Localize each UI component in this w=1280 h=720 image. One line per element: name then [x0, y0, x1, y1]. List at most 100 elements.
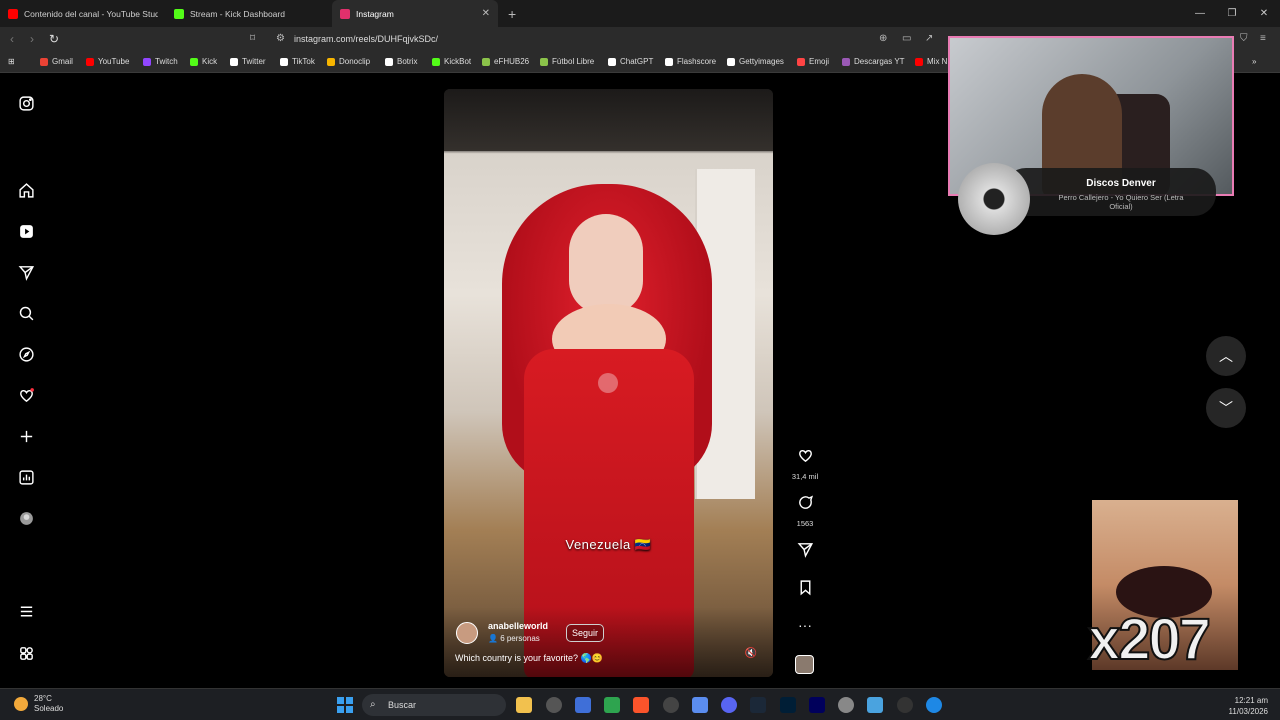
youtube-icon [915, 57, 923, 66]
bookmark-twitter[interactable]: Twitter [230, 57, 266, 66]
close-tab-icon[interactable]: ✕ [482, 8, 490, 19]
more-options-icon[interactable]: ··· [790, 617, 820, 633]
settings-icon[interactable] [838, 697, 854, 713]
bookmark-tiktok[interactable]: TikTok [280, 57, 315, 66]
url-field[interactable]: instagram.com/reels/DUHFqjvkSDc/ [294, 34, 438, 44]
reload-button[interactable]: ↻ [49, 32, 59, 46]
bookmark-efhub26[interactable]: eFHUB26 [482, 57, 529, 66]
bookmark-mix[interactable]: Mix N [915, 57, 947, 66]
messages-icon[interactable] [17, 263, 35, 281]
create-plus-icon[interactable] [17, 427, 35, 445]
explore-icon[interactable] [17, 345, 35, 363]
share-button[interactable] [790, 541, 820, 563]
restore-button[interactable]: ❐ [1216, 0, 1248, 27]
home-icon[interactable] [17, 181, 35, 199]
tab-youtube-studio[interactable]: Contenido del canal - YouTube Studio [0, 0, 166, 27]
download-icon [842, 57, 850, 66]
app-icon[interactable] [575, 697, 591, 713]
next-reel-button[interactable]: ﹀ [1206, 388, 1246, 428]
tab-kick-dashboard[interactable]: Stream - Kick Dashboard [166, 0, 332, 27]
forward-button[interactable]: › [30, 32, 34, 46]
bookmark-twitch[interactable]: Twitch [143, 57, 178, 66]
video-subject-face [569, 214, 643, 314]
bookmark-kick[interactable]: Kick [190, 57, 217, 66]
notifications-heart-icon[interactable] [17, 386, 35, 404]
author-avatar[interactable] [456, 622, 478, 644]
system-clock[interactable]: 12:21 am 11/03/2026 [1229, 695, 1268, 717]
close-window-button[interactable]: ✕ [1248, 0, 1280, 27]
comment-button[interactable]: 1563 [790, 494, 820, 528]
dashboard-icon[interactable] [17, 468, 35, 486]
instagram-sidebar [0, 74, 54, 688]
notepad-icon[interactable] [867, 697, 883, 713]
app-icon[interactable] [604, 697, 620, 713]
more-bookmarks-icon[interactable]: » [1252, 57, 1256, 66]
bookmark-futbol-libre[interactable]: Fútbol Libre [540, 57, 594, 66]
clock-time: 12:21 am [1234, 696, 1268, 705]
emoji-icon [797, 57, 805, 66]
new-tab-button[interactable]: + [508, 6, 516, 22]
bookmark-page-icon[interactable]: ⌑ [250, 33, 255, 44]
zoom-icon[interactable]: ⊕ [879, 33, 887, 44]
cast-icon[interactable]: ▭ [902, 33, 911, 44]
tiktok-icon [280, 57, 288, 66]
site-info-icon[interactable]: ⚙ [276, 33, 285, 44]
menu-icon[interactable]: ≡ [1260, 33, 1266, 44]
app-icon[interactable] [663, 697, 679, 713]
bookmark-label: Twitch [155, 57, 178, 66]
bookmark-kickbot[interactable]: KickBot [432, 57, 471, 66]
brave-icon[interactable] [633, 697, 649, 713]
tab-label: Contenido del canal - YouTube Studio [24, 8, 158, 19]
chrome-icon[interactable] [546, 697, 562, 713]
also-from-meta-icon[interactable] [17, 644, 35, 662]
flashscore-icon [665, 57, 673, 66]
previous-reel-button[interactable]: ︿ [1206, 336, 1246, 376]
author-username[interactable]: anabelleworld [488, 621, 548, 631]
share-icon[interactable]: ↗ [925, 33, 933, 44]
file-explorer-icon[interactable] [516, 697, 532, 713]
reels-icon[interactable] [17, 222, 35, 240]
search-icon[interactable] [17, 304, 35, 322]
follow-button[interactable]: Seguir [566, 624, 605, 642]
tab-instagram[interactable]: Instagram ✕ [332, 0, 498, 27]
instagram-logo-icon[interactable] [17, 94, 35, 112]
mute-icon[interactable]: 🔇 [745, 648, 757, 659]
tagged-people[interactable]: 👤 6 personas [488, 634, 540, 643]
window-controls: — ❐ ✕ [1184, 0, 1280, 27]
calculator-icon[interactable] [692, 697, 708, 713]
bookmark-emoji[interactable]: Emoji [797, 57, 829, 66]
bookmark-gmail[interactable]: Gmail [40, 57, 73, 66]
bookmark-descargas-yt[interactable]: Descargas YT [842, 57, 905, 66]
bookmark-botrix[interactable]: Botrix [385, 57, 417, 66]
search-placeholder: Buscar [388, 700, 417, 710]
tagged-people-label: 6 personas [500, 634, 540, 643]
bookmark-label: TikTok [292, 57, 315, 66]
bookmark-label: Gmail [52, 57, 73, 66]
audio-thumbnail[interactable] [795, 655, 814, 674]
shield-icon[interactable]: ⛉ [1240, 33, 1248, 44]
apps-grid-icon[interactable]: ⊞ [8, 57, 15, 66]
bookmark-gettyimages[interactable]: Gettyimages [727, 57, 784, 66]
youtube-icon [8, 8, 18, 19]
bookmark-flashscore[interactable]: Flashscore [665, 57, 716, 66]
photoshop-icon[interactable] [780, 697, 796, 713]
edge-icon[interactable] [926, 697, 942, 713]
bookmark-donoclip[interactable]: Donoclip [327, 57, 370, 66]
save-button[interactable] [790, 579, 820, 601]
profile-avatar[interactable] [17, 509, 35, 527]
discord-icon[interactable] [721, 697, 737, 713]
tab-label: Stream - Kick Dashboard [190, 8, 285, 19]
reel-video[interactable]: Venezuela 🇻🇪 anabelleworld 👤 6 personas … [444, 89, 773, 677]
steam-icon[interactable] [750, 697, 766, 713]
premiere-icon[interactable] [809, 697, 825, 713]
back-button[interactable]: ‹ [10, 32, 14, 46]
start-button[interactable] [337, 697, 353, 713]
like-button[interactable]: 31,4 mil [790, 447, 820, 481]
more-menu-icon[interactable] [17, 602, 35, 620]
taskbar-search[interactable]: ⌕ Buscar [362, 694, 506, 716]
bookmark-chatgpt[interactable]: ChatGPT [608, 57, 653, 66]
minimize-button[interactable]: — [1184, 0, 1216, 27]
weather-text: 28°C Soleado [34, 694, 63, 714]
bookmark-youtube[interactable]: YouTube [86, 57, 129, 66]
media-player-icon[interactable] [897, 697, 913, 713]
